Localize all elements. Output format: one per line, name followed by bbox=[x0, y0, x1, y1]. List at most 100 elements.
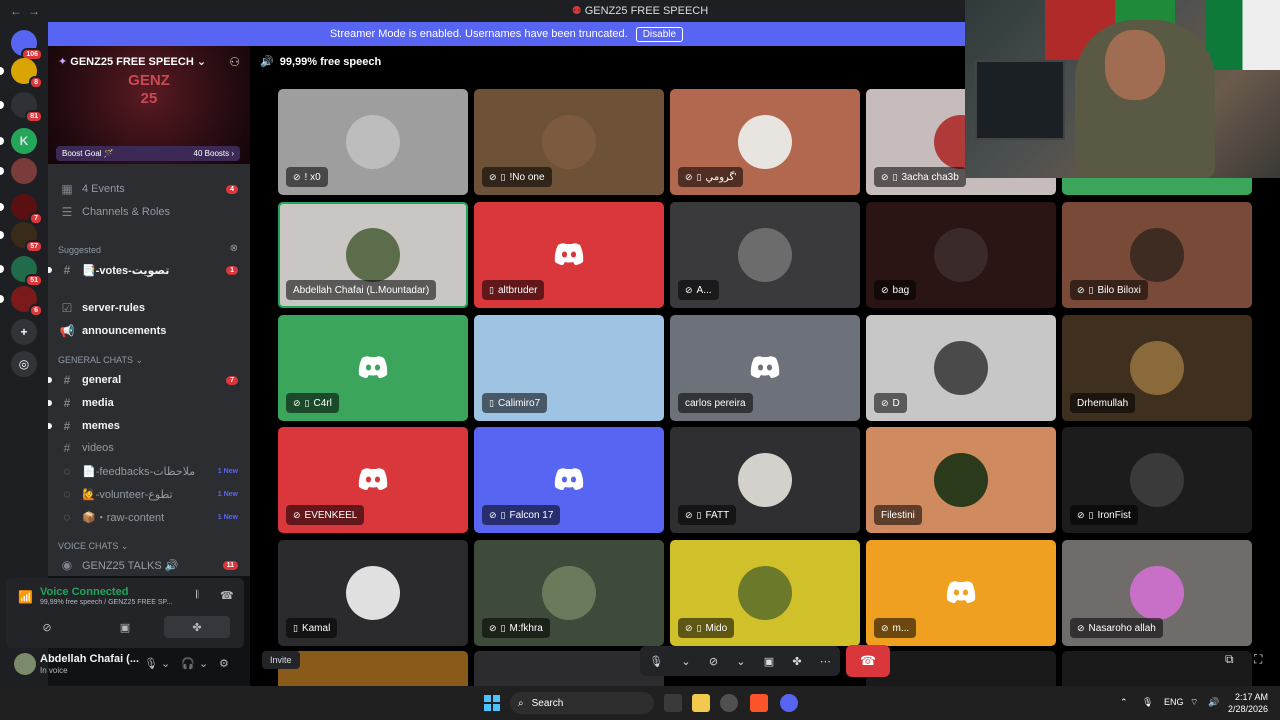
pop-out-icon[interactable]: ⧉ bbox=[1225, 652, 1234, 667]
wifi-icon[interactable]: ⌔ bbox=[1190, 697, 1198, 708]
windows-start-icon[interactable] bbox=[484, 695, 500, 711]
participant-tile[interactable]: ⊘ ▯ Mido bbox=[670, 540, 860, 646]
taskbar-clock[interactable]: 2:17 AM 2/28/2026 bbox=[1228, 691, 1268, 715]
participant-tile[interactable]: ⊘ ▯ M:fkhra bbox=[474, 540, 664, 646]
screen-share-button[interactable]: ▣ bbox=[92, 616, 158, 638]
channel-item[interactable]: ◌ 🙋-volunteer-تطوع 1 New bbox=[48, 484, 250, 504]
server-icon[interactable]: 8 bbox=[11, 58, 43, 89]
server-icon[interactable]: 6 bbox=[11, 286, 43, 317]
chevron-down-icon[interactable]: ⌄ bbox=[199, 657, 208, 670]
add-member-icon[interactable]: ⚇ bbox=[229, 55, 240, 69]
participant-tile[interactable]: Abdellah Chafai (L.Mountadar) bbox=[278, 202, 468, 308]
microphone-icon[interactable]: 🎙 bbox=[144, 657, 158, 670]
add-server-icon[interactable]: + bbox=[11, 319, 37, 345]
chevron-down-icon[interactable]: ⌄ bbox=[161, 657, 170, 670]
activities-icon[interactable]: ✤ bbox=[792, 655, 801, 668]
chevron-down-icon[interactable]: ⌄ bbox=[736, 655, 745, 668]
events-item[interactable]: ▦ 4 Events 4 bbox=[48, 179, 250, 199]
channel-item[interactable]: ☑ server-rules bbox=[48, 298, 250, 318]
channels-roles-item[interactable]: ☰ Channels & Roles bbox=[48, 202, 250, 222]
disable-streamer-button[interactable]: Disable bbox=[635, 26, 684, 42]
suggested-header[interactable]: Suggested bbox=[58, 245, 101, 255]
more-options-icon[interactable]: ⋯ bbox=[820, 655, 831, 668]
github-desktop-icon[interactable] bbox=[720, 694, 738, 712]
server-icon[interactable]: 51 bbox=[11, 256, 43, 287]
screen-share-icon[interactable]: ▣ bbox=[764, 655, 774, 668]
brave-browser-icon[interactable] bbox=[750, 694, 768, 712]
channel-item[interactable]: 📢 announcements bbox=[48, 321, 250, 341]
participant-tile[interactable]: ⊘ ▯ !No one bbox=[474, 89, 664, 195]
participant-tile[interactable]: ⊘! x0 bbox=[278, 89, 468, 195]
leave-call-button[interactable]: ☎ bbox=[846, 645, 890, 677]
user-avatar[interactable] bbox=[14, 653, 36, 675]
voice-channel-path[interactable]: 99,99% free speech / GENZ25 FREE SP... bbox=[40, 599, 172, 606]
participant-tile[interactable]: ⊘ m... bbox=[866, 540, 1056, 646]
compass-icon[interactable]: ◎ bbox=[11, 351, 37, 377]
participant-name: Mido bbox=[705, 622, 728, 634]
voice-channel-item[interactable]: ◉ GENZ25 TALKS 🔊 11 bbox=[48, 555, 250, 575]
discord-taskbar-icon[interactable] bbox=[780, 694, 798, 712]
category-general-chats[interactable]: GENERAL CHATS ⌄ bbox=[58, 355, 143, 366]
microphone-icon[interactable]: 🎙 bbox=[649, 655, 663, 668]
taskbar-search[interactable]: ⌕ Search bbox=[510, 692, 654, 714]
participant-tile[interactable]: ⊘ D bbox=[866, 315, 1056, 421]
server-icon[interactable]: 57 bbox=[11, 222, 43, 253]
disconnect-icon[interactable]: ☎ bbox=[220, 589, 234, 602]
chevron-up-icon[interactable]: ⌃ bbox=[1120, 697, 1128, 708]
headphones-icon[interactable]: 🎧 bbox=[181, 657, 195, 670]
camera-off-icon[interactable]: ⊘ bbox=[709, 655, 718, 668]
channel-item[interactable]: # videos bbox=[48, 438, 250, 458]
participant-tile[interactable]: carlos pereira bbox=[670, 315, 860, 421]
channel-item[interactable]: # general 7 bbox=[48, 370, 250, 390]
category-voice-chats[interactable]: VOICE CHATS ⌄ bbox=[58, 541, 128, 552]
server-header[interactable]: GENZ 25 ✦ GENZ25 FREE SPEECH ⌄ ⚇ Boost G… bbox=[48, 46, 250, 164]
server-icon[interactable] bbox=[11, 158, 37, 184]
boost-goal-bar[interactable]: Boost Goal 🪄 40 Boosts › bbox=[56, 146, 240, 161]
participant-tile[interactable]: ⊘ EVENKEEL bbox=[278, 427, 468, 533]
participant-tile[interactable]: ▯ Calimiro7 bbox=[474, 315, 664, 421]
participant-tile[interactable]: ▯ Kamal bbox=[278, 540, 468, 646]
participant-tile[interactable] bbox=[278, 651, 468, 686]
language-indicator[interactable]: ENG bbox=[1164, 697, 1184, 707]
suggested-channel[interactable]: # 📑-votes-تصويت 1 bbox=[48, 260, 250, 280]
server-icon[interactable]: K bbox=[11, 128, 37, 154]
server-name[interactable]: ✦ GENZ25 FREE SPEECH ⌄ bbox=[58, 55, 206, 68]
volume-icon[interactable]: 🔊 bbox=[1208, 697, 1219, 708]
fullscreen-icon[interactable]: ⛶ bbox=[1254, 652, 1262, 667]
participant-tile[interactable]: Filestini bbox=[866, 427, 1056, 533]
channel-item[interactable]: ◌ 📦・raw-content 1 New bbox=[48, 507, 250, 527]
channel-item[interactable]: # media bbox=[48, 393, 250, 413]
chevron-down-icon[interactable]: ⌄ bbox=[681, 655, 690, 668]
activities-button[interactable]: ✤ bbox=[164, 616, 230, 638]
file-explorer-icon[interactable] bbox=[692, 694, 710, 712]
participant-tile[interactable] bbox=[474, 651, 664, 686]
discord-home-icon[interactable]: 106 bbox=[11, 30, 43, 61]
camera-button[interactable]: ⊘ bbox=[14, 616, 80, 638]
participant-tile[interactable] bbox=[866, 651, 1056, 686]
signal-icon[interactable]: 📶 bbox=[18, 590, 33, 604]
participant-tile[interactable]: ⊘ ▯ C4rl bbox=[278, 315, 468, 421]
settings-gear-icon[interactable]: ⚙ bbox=[219, 657, 229, 670]
microphone-icon[interactable]: 🎙 bbox=[1142, 697, 1153, 708]
participant-tile[interactable]: ⊘ ▯ FATT bbox=[670, 427, 860, 533]
participant-tile[interactable]: ⊘ Nasaroho allah bbox=[1062, 540, 1252, 646]
participant-tile[interactable]: ⊘ ▯ Falcon 17 bbox=[474, 427, 664, 533]
participant-tile[interactable]: ⊘ bag bbox=[866, 202, 1056, 308]
participant-tile[interactable]: ⊘ ▯ IronFist bbox=[1062, 427, 1252, 533]
participant-tile[interactable]: ⊘ A... bbox=[670, 202, 860, 308]
participant-name: altbruder bbox=[497, 284, 538, 296]
user-name[interactable]: Abdellah Chafai (... bbox=[40, 653, 139, 665]
noise-suppression-icon[interactable]: 𝄃 bbox=[196, 589, 198, 602]
dismiss-icon[interactable]: ⊗ bbox=[230, 243, 238, 254]
participant-tile[interactable]: Drhemullah bbox=[1062, 315, 1252, 421]
invite-button[interactable]: Invite bbox=[262, 651, 300, 669]
participant-tile[interactable]: ⊘ ▯ Bilo Biloxi bbox=[1062, 202, 1252, 308]
participant-tile[interactable] bbox=[1062, 651, 1252, 686]
server-icon[interactable]: 81 bbox=[11, 92, 43, 123]
channel-item[interactable]: # memes bbox=[48, 416, 250, 436]
task-view-icon[interactable] bbox=[664, 694, 682, 712]
participant-tile[interactable]: ▯ altbruder bbox=[474, 202, 664, 308]
server-icon[interactable]: 7 bbox=[11, 194, 43, 225]
participant-tile[interactable]: ⊘ ▯ گرومي' bbox=[670, 89, 860, 195]
channel-item[interactable]: ◌ 📄-feedbacks-ملاحظات 1 New bbox=[48, 461, 250, 481]
